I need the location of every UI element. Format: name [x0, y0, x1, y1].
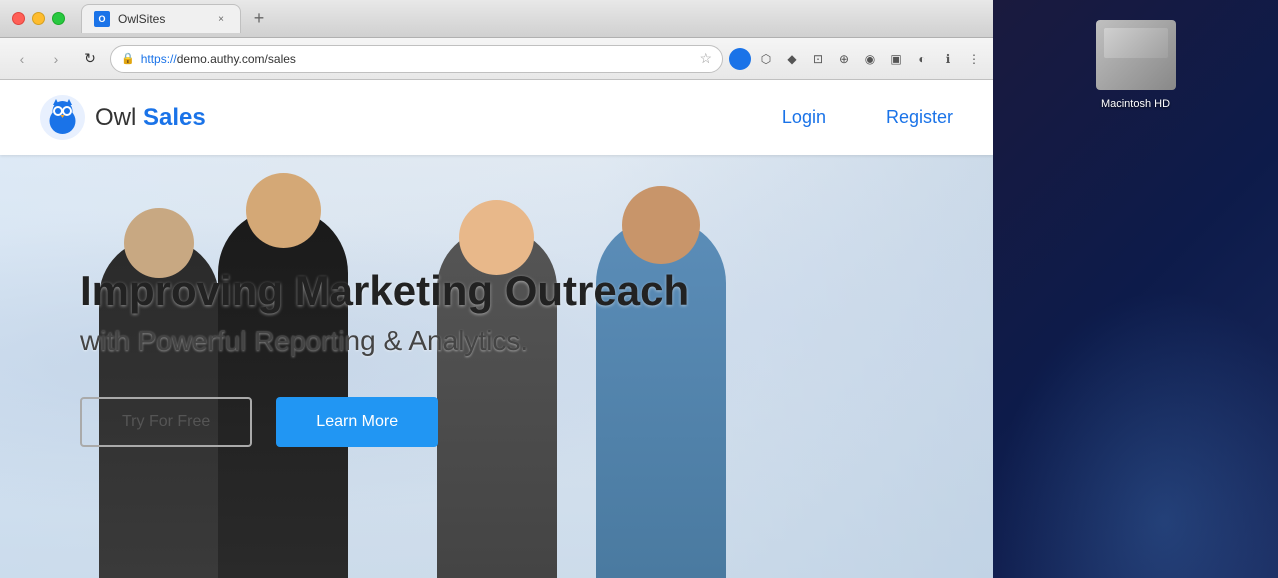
tab-favicon: O [94, 11, 110, 27]
hard-drive-icon[interactable] [1096, 20, 1176, 90]
register-link[interactable]: Register [886, 107, 953, 128]
extensions-icon[interactable] [729, 48, 751, 70]
hero-subtitle: with Powerful Reporting & Analytics. [80, 325, 689, 357]
extension-3[interactable]: ⊡ [807, 48, 829, 70]
window-controls [12, 12, 65, 25]
refresh-button[interactable]: ↻ [76, 45, 104, 73]
extension-6[interactable]: ▣ [885, 48, 907, 70]
hero-title: Improving Marketing Outreach [80, 266, 689, 316]
extension-5[interactable]: ◉ [859, 48, 881, 70]
browser-content: Owl Sales Login Register [0, 80, 993, 578]
login-link[interactable]: Login [782, 107, 826, 128]
try-free-button[interactable]: Try For Free [80, 397, 252, 447]
learn-more-button[interactable]: Learn More [276, 397, 438, 447]
desktop-sidebar: Macintosh HD [993, 0, 1278, 578]
extension-2[interactable]: ◆ [781, 48, 803, 70]
tab-title: OwlSites [118, 12, 165, 26]
url-rest: demo.authy.com/sales [177, 52, 296, 66]
hard-drive-label: Macintosh HD [1101, 98, 1170, 110]
lock-icon: 🔒 [121, 52, 135, 65]
logo-text: Owl Sales [95, 104, 206, 132]
hero-content: Improving Marketing Outreach with Powerf… [0, 266, 689, 466]
logo-area: Owl Sales [40, 95, 206, 140]
toolbar-icons: ⬡ ◆ ⊡ ⊕ ◉ ▣ ◐ ℹ ⋮ [729, 48, 985, 70]
extension-7[interactable]: ◐ [911, 48, 933, 70]
new-tab-button[interactable]: + [245, 5, 273, 33]
hero-title-line1: Improving Marketing Outreach [80, 266, 689, 316]
url-https: https:// [141, 52, 177, 66]
toolbar: ‹ › ↻ 🔒 https://demo.authy.com/sales ☆ ⬡… [0, 38, 993, 80]
minimize-button[interactable] [32, 12, 45, 25]
site-header: Owl Sales Login Register [0, 80, 993, 155]
tab-bar: O OwlSites × + [81, 4, 273, 33]
info-icon[interactable]: ℹ [937, 48, 959, 70]
title-bar: O OwlSites × + [0, 0, 993, 38]
logo-bold: Sales [143, 104, 206, 131]
address-bar[interactable]: 🔒 https://demo.authy.com/sales ☆ [110, 45, 723, 73]
back-button[interactable]: ‹ [8, 45, 36, 73]
owl-logo-icon [40, 95, 85, 140]
active-tab[interactable]: O OwlSites × [81, 4, 241, 33]
maximize-button[interactable] [52, 12, 65, 25]
forward-button[interactable]: › [42, 45, 70, 73]
url-display: https://demo.authy.com/sales [141, 52, 694, 66]
bookmark-icon[interactable]: ☆ [699, 50, 712, 67]
close-button[interactable] [12, 12, 25, 25]
more-icon[interactable]: ⋮ [963, 48, 985, 70]
site-navigation: Login Register [782, 107, 953, 128]
tab-close-button[interactable]: × [214, 12, 228, 26]
extension-1[interactable]: ⬡ [755, 48, 777, 70]
website: Owl Sales Login Register [0, 80, 993, 578]
extension-4[interactable]: ⊕ [833, 48, 855, 70]
hero-section: Improving Marketing Outreach with Powerf… [0, 155, 993, 578]
hero-buttons: Try For Free Learn More [80, 397, 689, 447]
